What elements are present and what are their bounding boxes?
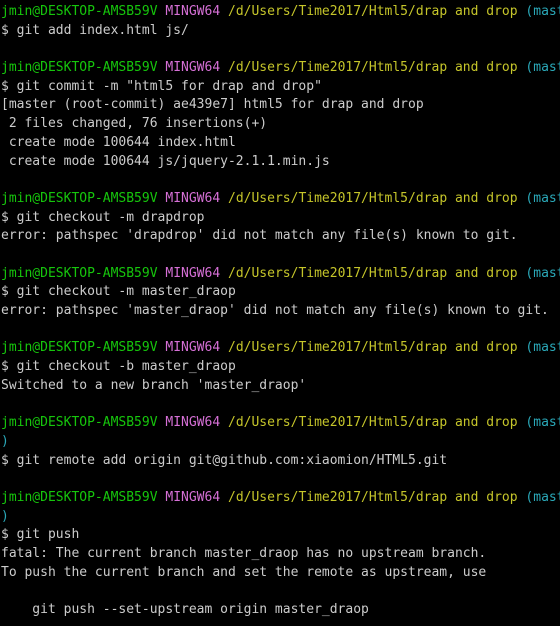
terminal-prompt-branch-wrap: ) bbox=[1, 508, 560, 527]
terminal-output-line: fatal: The current branch master_draop h… bbox=[1, 545, 560, 564]
terminal-output-line: error: pathspec 'drapdrop' did not match… bbox=[1, 227, 560, 246]
prompt-cwd: /d/Users/Time2017/Html5/drap and drop bbox=[228, 415, 518, 431]
terminal-output-text: git push --set-upstream origin master_dr… bbox=[1, 602, 369, 617]
prompt-user-host: jmin@DESKTOP-AMSB59V bbox=[1, 415, 158, 431]
terminal-prompt-branch-wrap: ) bbox=[1, 433, 560, 452]
prompt-shell-name: MINGW64 bbox=[165, 190, 221, 206]
prompt-user-host: jmin@DESKTOP-AMSB59V bbox=[1, 489, 158, 505]
terminal-output-text: create mode 100644 js/jquery-2.1.1.min.j… bbox=[1, 153, 330, 169]
prompt-git-branch-wrap: ) bbox=[1, 508, 9, 524]
terminal-output-line: To push the current branch and set the r… bbox=[1, 564, 560, 583]
terminal-prompt-line: jmin@DESKTOP-AMSB59V MINGW64 /d/Users/Ti… bbox=[1, 339, 560, 358]
terminal-output-text: To push the current branch and set the r… bbox=[1, 564, 487, 580]
prompt-user-host: jmin@DESKTOP-AMSB59V bbox=[1, 265, 158, 281]
prompt-git-branch: (master_draop bbox=[525, 415, 560, 431]
terminal-prompt-line: jmin@DESKTOP-AMSB59V MINGW64 /d/Users/Ti… bbox=[1, 59, 560, 78]
terminal-command-line: $ git remote add origin git@github.com:x… bbox=[1, 452, 560, 471]
terminal-output-text: 2 files changed, 76 insertions(+) bbox=[1, 116, 268, 132]
terminal-output-line: git push --set-upstream origin master_dr… bbox=[1, 601, 560, 620]
terminal-output-line: create mode 100644 js/jquery-2.1.1.min.j… bbox=[1, 153, 560, 172]
prompt-cwd: /d/Users/Time2017/Html5/drap and drop bbox=[228, 340, 518, 356]
terminal-command-text: $ git remote add origin git@github.com:x… bbox=[1, 452, 448, 468]
terminal-command-text: $ git checkout -b master_draop bbox=[1, 359, 236, 375]
prompt-git-branch: (master) bbox=[525, 190, 560, 206]
prompt-shell-name: MINGW64 bbox=[165, 340, 221, 356]
prompt-cwd: /d/Users/Time2017/Html5/drap and drop bbox=[228, 190, 518, 206]
terminal-prompt-line: jmin@DESKTOP-AMSB59V MINGW64 /d/Users/Ti… bbox=[1, 489, 560, 508]
prompt-user-host: jmin@DESKTOP-AMSB59V bbox=[1, 340, 158, 356]
terminal-output-text: create mode 100644 index.html bbox=[1, 134, 236, 150]
terminal-command-text: $ git checkout -m drapdrop bbox=[1, 209, 205, 225]
terminal-output-line: error: pathspec 'master_draop' did not m… bbox=[1, 302, 560, 321]
terminal-command-line: $ git add index.html js/ bbox=[1, 22, 560, 41]
prompt-user-host: jmin@DESKTOP-AMSB59V bbox=[1, 190, 158, 206]
terminal-command-line: $ git push bbox=[1, 526, 560, 545]
prompt-user-host: jmin@DESKTOP-AMSB59V bbox=[1, 60, 158, 76]
terminal-output-line: create mode 100644 index.html bbox=[1, 134, 560, 153]
terminal-prompt-line: jmin@DESKTOP-AMSB59V MINGW64 /d/Users/Ti… bbox=[1, 190, 560, 209]
prompt-cwd: /d/Users/Time2017/Html5/drap and drop bbox=[228, 265, 518, 281]
terminal-output-text: Switched to a new branch 'master_draop' bbox=[1, 377, 307, 393]
terminal-prompt-line: jmin@DESKTOP-AMSB59V MINGW64 /d/Users/Ti… bbox=[1, 3, 560, 22]
terminal-command-text: $ git push bbox=[1, 527, 80, 543]
terminal-output-text: fatal: The current branch master_draop h… bbox=[1, 545, 487, 561]
prompt-shell-name: MINGW64 bbox=[165, 60, 221, 76]
terminal-prompt-line: jmin@DESKTOP-AMSB59V MINGW64 /d/Users/Ti… bbox=[1, 265, 560, 284]
terminal-output-line: Switched to a new branch 'master_draop' bbox=[1, 377, 560, 396]
prompt-shell-name: MINGW64 bbox=[165, 4, 221, 19]
terminal-output-text: [master (root-commit) ae439e7] html5 for… bbox=[1, 97, 424, 113]
prompt-cwd: /d/Users/Time2017/Html5/drap and drop bbox=[228, 4, 518, 19]
prompt-git-branch: (master) bbox=[525, 340, 560, 356]
terminal-prompt-line: jmin@DESKTOP-AMSB59V MINGW64 /d/Users/Ti… bbox=[1, 414, 560, 433]
terminal-window[interactable]: jmin@DESKTOP-AMSB59V MINGW64 /d/Users/Ti… bbox=[0, 0, 560, 626]
terminal-output-text: error: pathspec 'master_draop' did not m… bbox=[1, 303, 549, 318]
prompt-git-branch: (master) bbox=[525, 265, 560, 281]
terminal-command-line: $ git checkout -m master_draop bbox=[1, 283, 560, 302]
terminal-command-text: $ git commit -m "html5 for drap and drop… bbox=[1, 78, 322, 94]
prompt-git-branch: (master) bbox=[525, 60, 560, 76]
terminal-output-text: error: pathspec 'drapdrop' did not match… bbox=[1, 228, 518, 244]
terminal-output-line: [master (root-commit) ae439e7] html5 for… bbox=[1, 96, 560, 115]
terminal-command-line: $ git checkout -b master_draop bbox=[1, 358, 560, 377]
prompt-cwd: /d/Users/Time2017/Html5/drap and drop bbox=[228, 60, 518, 76]
prompt-shell-name: MINGW64 bbox=[165, 415, 221, 431]
prompt-cwd: /d/Users/Time2017/Html5/drap and drop bbox=[228, 489, 518, 505]
prompt-git-branch: (master) bbox=[525, 4, 560, 19]
terminal-command-text: $ git add index.html js/ bbox=[1, 22, 189, 38]
terminal-command-line: $ git checkout -m drapdrop bbox=[1, 209, 560, 228]
prompt-shell-name: MINGW64 bbox=[165, 265, 221, 281]
prompt-git-branch-wrap: ) bbox=[1, 433, 9, 449]
prompt-git-branch: (master_draop bbox=[525, 489, 560, 505]
terminal-output-line: 2 files changed, 76 insertions(+) bbox=[1, 115, 560, 134]
terminal-command-text: $ git checkout -m master_draop bbox=[1, 284, 236, 300]
prompt-user-host: jmin@DESKTOP-AMSB59V bbox=[1, 4, 158, 19]
terminal-command-line: $ git commit -m "html5 for drap and drop… bbox=[1, 78, 560, 97]
prompt-shell-name: MINGW64 bbox=[165, 489, 221, 505]
